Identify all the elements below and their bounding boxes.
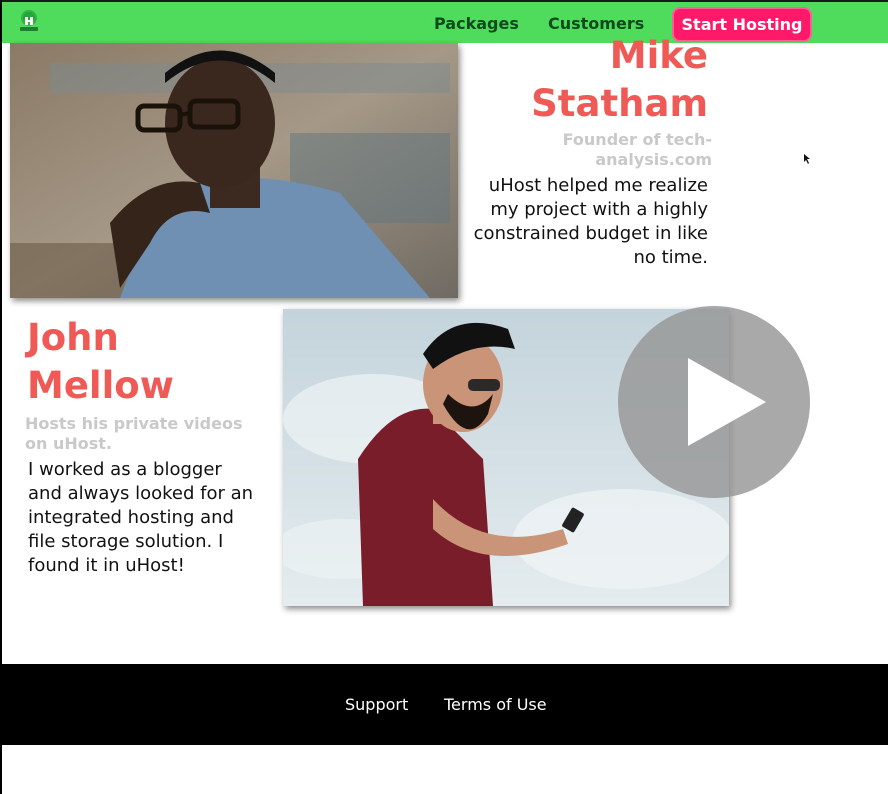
testimonial-role: Founder of tech-analysis.com — [562, 130, 712, 169]
testimonial-quote: uHost helped me realize my project with … — [473, 175, 708, 268]
testimonial-name: Mike Statham — [531, 32, 708, 128]
footer-support-link[interactable]: Support — [345, 695, 408, 714]
name-line-last: Mellow — [27, 364, 174, 407]
testimonial-quote: I worked as a blogger and always looked … — [28, 459, 254, 576]
play-icon — [688, 358, 766, 446]
main-header: Packages Customers Start Hosting — [2, 2, 888, 43]
play-video-button[interactable] — [618, 306, 810, 498]
name-line-first: Mike — [609, 34, 708, 77]
name-line-first: John — [27, 316, 119, 359]
name-line-last: Statham — [531, 82, 708, 125]
footer-terms-link[interactable]: Terms of Use — [444, 695, 547, 714]
uhost-logo-icon[interactable] — [16, 8, 42, 34]
nav-customers-link[interactable]: Customers — [548, 14, 644, 33]
testimonial-name: John Mellow — [27, 314, 174, 410]
mike-statham-photo — [10, 43, 458, 298]
nav-packages-link[interactable]: Packages — [434, 14, 519, 33]
testimonial-role: Hosts his private videos on uHost. — [25, 414, 243, 453]
mouse-cursor-icon — [804, 149, 810, 164]
main-footer: Support Terms of Use — [2, 664, 888, 745]
